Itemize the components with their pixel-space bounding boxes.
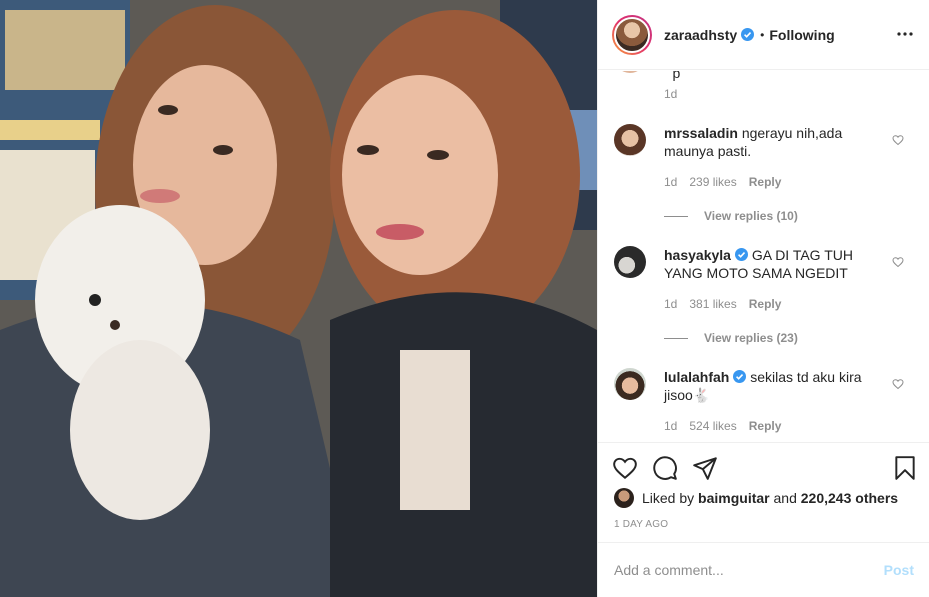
post-date[interactable]: 1 DAY AGO xyxy=(614,519,668,530)
commenter-avatar[interactable] xyxy=(614,246,646,278)
previous-comment-avatar xyxy=(614,71,646,73)
comment-time: 1d xyxy=(664,419,678,433)
comment-like-heart-icon[interactable] xyxy=(892,256,904,268)
share-icon[interactable] xyxy=(692,455,718,481)
commenter-avatar[interactable] xyxy=(614,124,646,156)
view-replies-label: View replies (10) xyxy=(704,209,798,223)
header-separator: • xyxy=(760,27,765,42)
bookmark-icon[interactable] xyxy=(892,455,918,481)
liker-username[interactable]: baimguitar xyxy=(698,490,770,506)
comment-likes-count[interactable]: 524 likes xyxy=(689,419,736,433)
liker-avatar[interactable] xyxy=(614,488,634,508)
view-replies-line xyxy=(664,215,688,217)
comment-body: hasyakyla GA DI TAG TUH YANG MOTO SAMA N… xyxy=(664,246,889,282)
comment-like-heart-icon[interactable] xyxy=(892,378,904,390)
instagram-post: zaraadhsty • Following ˋ p 1d mrssaladin xyxy=(0,0,929,597)
reply-button[interactable]: Reply xyxy=(749,297,782,311)
view-replies-button[interactable]: View replies (10) xyxy=(664,209,798,223)
likes-others-count[interactable]: 220,243 others xyxy=(801,490,898,506)
post-side-panel: zaraadhsty • Following ˋ p 1d mrssaladin xyxy=(597,0,929,597)
comment-meta: 1d 524 likes Reply xyxy=(664,419,781,433)
liked-by-joiner: and xyxy=(773,490,797,506)
commenter-username[interactable]: mrssaladin xyxy=(664,125,738,141)
author-avatar-image xyxy=(614,16,650,53)
verified-badge-icon xyxy=(734,248,748,261)
comment-likes-count[interactable]: 239 likes xyxy=(689,175,736,189)
more-options-icon[interactable] xyxy=(896,25,914,43)
verified-badge-icon xyxy=(733,370,747,383)
post-actions: Liked by baimguitar and 220,243 others 1… xyxy=(598,442,929,542)
previous-comment-time: 1d xyxy=(664,87,678,101)
post-photo[interactable] xyxy=(0,0,597,597)
commenter-username[interactable]: lulalahfah xyxy=(664,369,729,385)
post-header: zaraadhsty • Following xyxy=(598,0,929,70)
comment-meta: 1d 381 likes Reply xyxy=(664,297,781,311)
comment-icon[interactable] xyxy=(652,455,678,481)
comment-likes-count[interactable]: 381 likes xyxy=(689,297,736,311)
verified-badge-icon xyxy=(741,28,755,41)
following-button[interactable]: Following xyxy=(769,27,834,43)
author-avatar[interactable] xyxy=(612,14,652,55)
view-replies-button[interactable]: View replies (23) xyxy=(664,331,798,345)
comment-meta: 1d 239 likes Reply xyxy=(664,175,781,189)
comment-body: lulalahfah sekilas td aku kira jisoo🐇 xyxy=(664,368,889,404)
commenter-avatar[interactable] xyxy=(614,368,646,400)
comment-body: mrssaladin ngerayu nih,ada maunya pasti. xyxy=(664,124,889,160)
commenter-username[interactable]: hasyakyla xyxy=(664,247,731,263)
comment-time: 1d xyxy=(664,297,678,311)
photo-illustration xyxy=(0,0,597,597)
comment-like-heart-icon[interactable] xyxy=(892,134,904,146)
add-comment-input[interactable] xyxy=(614,562,884,578)
comment-time: 1d xyxy=(664,175,678,189)
view-replies-label: View replies (23) xyxy=(704,331,798,345)
liked-by-prefix: Liked by xyxy=(642,490,695,506)
comments-list[interactable]: ˋ p 1d mrssaladin ngerayu nih,ada maunya… xyxy=(598,71,929,442)
heart-icon[interactable] xyxy=(612,455,638,481)
author-username[interactable]: zaraadhsty xyxy=(664,27,737,43)
liked-by-summary: Liked by baimguitar and 220,243 others xyxy=(614,488,898,508)
post-comment-button[interactable]: Post xyxy=(884,562,914,578)
add-comment-bar: Post xyxy=(598,542,929,597)
reply-button[interactable]: Reply xyxy=(749,419,782,433)
view-replies-line xyxy=(664,337,688,339)
reply-button[interactable]: Reply xyxy=(749,175,782,189)
previous-comment-text-fragment: ˋ p xyxy=(664,71,681,81)
